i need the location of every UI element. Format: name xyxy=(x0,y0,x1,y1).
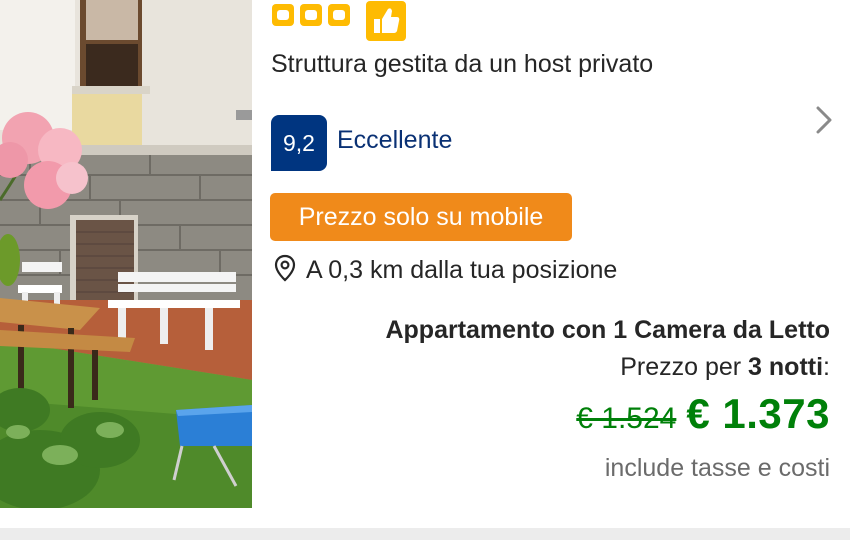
price-duration-label: Prezzo per 3 notti: xyxy=(620,353,830,382)
review-score-label[interactable]: Eccellente xyxy=(337,126,452,155)
chevron-right-icon[interactable] xyxy=(806,100,842,140)
distance-row: A 0,3 km dalla tua posizione xyxy=(274,254,617,287)
property-photo[interactable] xyxy=(0,0,252,508)
property-card[interactable]: Struttura gestita da un host privato 9,2… xyxy=(0,0,850,528)
room-type-title: Appartamento con 1 Camera da Letto xyxy=(385,316,830,344)
price-for-suffix: : xyxy=(823,353,830,381)
original-price: € 1.524 xyxy=(576,402,677,435)
star-box-icon xyxy=(328,4,350,26)
star-box-icon xyxy=(300,4,322,26)
mobile-only-price-badge: Prezzo solo su mobile xyxy=(270,193,572,241)
distance-label: A 0,3 km dalla tua posizione xyxy=(306,256,618,284)
star-box-icon xyxy=(272,4,294,26)
garden-photo-illustration xyxy=(0,0,252,508)
thumbs-up-icon xyxy=(366,1,406,41)
card-divider xyxy=(0,528,850,540)
current-price: € 1.373 xyxy=(686,390,830,437)
price-row: € 1.524 € 1.373 xyxy=(576,390,830,438)
price-for-prefix: Prezzo per xyxy=(620,353,749,381)
taxes-note: include tasse e costi xyxy=(604,454,830,482)
review-score-badge[interactable]: 9,2 xyxy=(271,115,327,171)
price-for-nights: 3 notti xyxy=(748,353,824,381)
host-type-label: Struttura gestita da un host privato xyxy=(271,50,654,78)
map-pin-icon xyxy=(274,254,296,287)
star-rating xyxy=(272,4,350,26)
